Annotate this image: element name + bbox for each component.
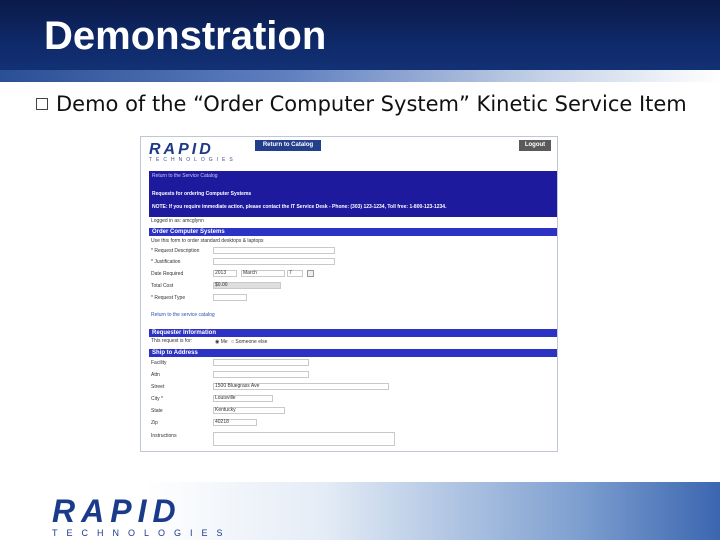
section-order-header: Order Computer Systems: [149, 228, 557, 236]
zip-input[interactable]: 40218: [213, 419, 257, 426]
date-day-select[interactable]: 7: [287, 270, 303, 277]
banner-note: NOTE: If you require immediate action, p…: [152, 204, 447, 210]
bullet-box-icon: [36, 98, 48, 110]
label-total-cost: Total Cost: [151, 283, 174, 289]
label-zip: Zip: [151, 420, 158, 426]
footer-logo: RAPID TECHNOLOGIES: [52, 493, 232, 538]
slide-header: Demonstration: [0, 0, 720, 82]
radio-me[interactable]: ◉ Me: [215, 339, 228, 345]
section-order-subtitle: Use this form to order standard desktops…: [151, 238, 264, 244]
logged-in-text: Logged in as: amcglynn: [151, 218, 204, 224]
attn-input[interactable]: [213, 371, 309, 378]
calendar-icon[interactable]: [307, 270, 314, 277]
street-input[interactable]: 1500 Bluegrass Ave: [213, 383, 389, 390]
section-ship-header: Ship to Address: [149, 349, 557, 357]
return-to-catalog-button[interactable]: Return to Catalog: [255, 140, 321, 151]
app-logo: RAPID TECHNOLOGIES: [149, 141, 237, 163]
return-to-catalog-link[interactable]: Return to the service catalog: [151, 312, 215, 318]
label-state: State: [151, 408, 163, 414]
request-description-input[interactable]: [213, 247, 335, 254]
state-input[interactable]: Kentucky: [213, 407, 285, 414]
logout-button[interactable]: Logout: [519, 140, 551, 151]
label-facility: Facility: [151, 360, 167, 366]
label-justification: * Justification: [151, 259, 181, 265]
total-cost-field: $0.00: [213, 282, 281, 289]
label-attn: Attn: [151, 372, 160, 378]
footer-logo-sub: TECHNOLOGIES: [52, 528, 232, 538]
justification-input[interactable]: [213, 258, 335, 265]
app-topbar: RAPID TECHNOLOGIES Return to Catalog Log…: [141, 137, 557, 169]
label-street: Street: [151, 384, 165, 390]
instructions-textarea[interactable]: [213, 432, 395, 446]
label-request-type: * Request Type: [151, 295, 186, 301]
section-requester-header: Requester Information: [149, 329, 557, 337]
footer-logo-main: RAPID: [52, 493, 182, 529]
header-stripe: [0, 70, 720, 82]
radio-someone-else-label: Someone else: [235, 339, 268, 345]
banner-heading: Requests for ordering Computer Systems: [152, 191, 252, 197]
info-banner: Return to the Service Catalog Requests f…: [149, 171, 557, 217]
radio-me-label: Me: [220, 339, 228, 345]
request-type-select[interactable]: [213, 294, 247, 301]
date-month-select[interactable]: March: [241, 270, 285, 277]
banner-return-link[interactable]: Return to the Service Catalog: [152, 173, 218, 179]
facility-input[interactable]: [213, 359, 309, 366]
radio-someone-else[interactable]: ○ Someone else: [231, 339, 267, 345]
bullet-text: Demo of the “Order Computer System” Kine…: [56, 92, 687, 116]
label-request-description: * Request Description: [151, 248, 200, 254]
label-date-required: Date Required: [151, 271, 184, 277]
requester-for-label: This request is for:: [151, 338, 193, 344]
slide-title: Demonstration: [44, 14, 327, 58]
app-screenshot: RAPID TECHNOLOGIES Return to Catalog Log…: [140, 136, 558, 452]
date-year-select[interactable]: 2013: [213, 270, 237, 277]
app-logo-sub: TECHNOLOGIES: [149, 157, 237, 163]
label-instructions: Instructions: [151, 433, 177, 439]
bullet-row: Demo of the “Order Computer System” Kine…: [36, 92, 687, 116]
label-city: City *: [151, 396, 163, 402]
city-input[interactable]: Louisville: [213, 395, 273, 402]
